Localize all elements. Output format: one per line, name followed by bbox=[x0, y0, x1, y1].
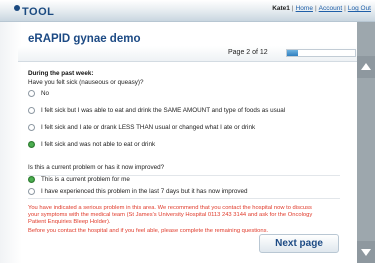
q1-option-unable-to-eat[interactable]: I felt sick and was not able to eat or d… bbox=[28, 141, 155, 148]
scroll-up-icon bbox=[361, 63, 371, 70]
account-link[interactable]: Account bbox=[319, 5, 343, 12]
logout-link[interactable]: Log Out bbox=[348, 5, 371, 12]
q2-option-label: I have experienced this problem in the l… bbox=[41, 188, 248, 195]
radio-button[interactable] bbox=[28, 188, 35, 195]
scroll-up-button[interactable] bbox=[357, 56, 375, 78]
q1-option-less-than-usual[interactable]: I felt sick and I ate or drank LESS THAN… bbox=[28, 124, 255, 131]
scroll-down-button[interactable] bbox=[357, 241, 375, 263]
page-progress-area: Page 2 of 12 bbox=[18, 46, 357, 62]
progress-bar-fill bbox=[287, 50, 299, 56]
home-link[interactable]: Home bbox=[296, 5, 313, 12]
page-indicator: Page 2 of 12 bbox=[228, 49, 268, 56]
q1-option-label: No bbox=[41, 90, 50, 97]
vertical-scrollbar[interactable] bbox=[357, 22, 375, 263]
q2-option-improved[interactable]: I have experienced this problem in the l… bbox=[28, 188, 248, 195]
warning-line: your symptoms with the medical team (St … bbox=[28, 212, 313, 219]
logo-text: TOOL bbox=[22, 6, 55, 18]
page-title: eRAPID gynae demo bbox=[28, 33, 141, 45]
warning-message: You have indicated a serious problem in … bbox=[28, 205, 338, 235]
next-page-button[interactable]: Next page bbox=[259, 234, 339, 253]
scroll-down-icon bbox=[361, 249, 371, 256]
username: Kate1 bbox=[272, 5, 290, 12]
top-bar: TOOL Kate1 | Home | Account | Log Out bbox=[0, 0, 375, 22]
section-heading: During the past week: bbox=[28, 70, 94, 77]
q2-option-current-problem[interactable]: This is a current problem for me bbox=[28, 176, 130, 183]
radio-button[interactable] bbox=[28, 124, 35, 131]
radio-button-selected[interactable] bbox=[28, 141, 35, 148]
warning-line: You have indicated a serious problem in … bbox=[28, 205, 312, 211]
logo-dot-icon bbox=[14, 5, 20, 11]
question-2-prompt: Is this a current problem or has it now … bbox=[28, 164, 165, 171]
q2-option-label: This is a current problem for me bbox=[41, 176, 130, 183]
questionnaire-content: eRAPID gynae demo Page 2 of 12 During th… bbox=[0, 22, 357, 263]
progress-bar bbox=[286, 49, 356, 57]
radio-button[interactable] bbox=[28, 107, 35, 114]
q1-option-label: I felt sick but I was able to eat and dr… bbox=[41, 107, 286, 114]
radio-button[interactable] bbox=[28, 90, 35, 97]
q1-option-label: I felt sick and was not able to eat or d… bbox=[41, 141, 156, 148]
q1-option-same-amount[interactable]: I felt sick but I was able to eat and dr… bbox=[28, 107, 285, 114]
warning-line: Patient Enquiries Bleep Holder). bbox=[28, 219, 111, 226]
q1-option-label: I felt sick and I ate or drank LESS THAN… bbox=[41, 124, 256, 131]
question-1-prompt: Have you felt sick (nauseous or queasy)? bbox=[28, 79, 144, 86]
radio-button-selected[interactable] bbox=[28, 176, 35, 183]
q1-option-no[interactable]: No bbox=[28, 90, 49, 97]
user-links: Kate1 | Home | Account | Log Out bbox=[272, 5, 371, 12]
